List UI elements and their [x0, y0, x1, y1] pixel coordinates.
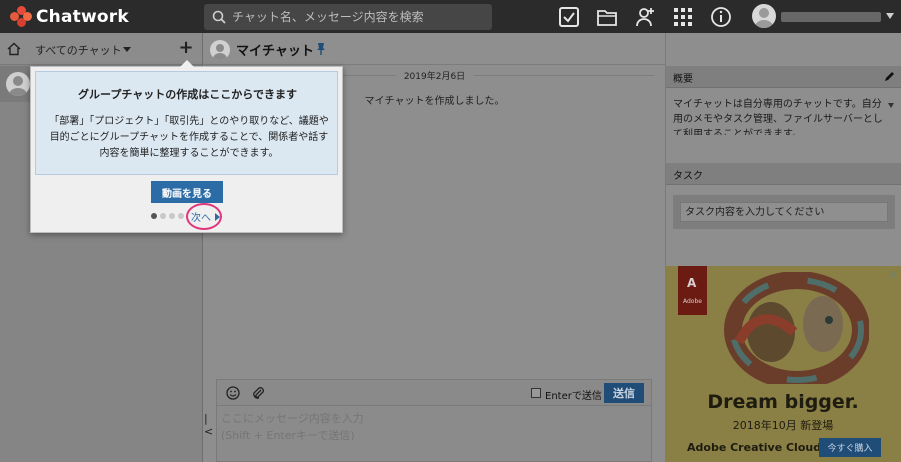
- page-dot[interactable]: [178, 213, 184, 219]
- search-input[interactable]: [232, 10, 482, 24]
- folder-icon[interactable]: [596, 6, 618, 28]
- ad-artwork: [724, 272, 869, 384]
- chat-title: マイチャット: [236, 44, 314, 59]
- page-dot[interactable]: [169, 213, 175, 219]
- enter-to-send-checkbox[interactable]: [531, 388, 541, 398]
- task-input[interactable]: [680, 202, 888, 222]
- add-chat-button[interactable]: +: [176, 39, 196, 59]
- apps-grid-icon[interactable]: [672, 6, 694, 28]
- info-icon[interactable]: [710, 6, 732, 28]
- task-header: タスク: [666, 163, 901, 185]
- ad-headline: Dream bigger.: [707, 391, 859, 413]
- ad-product: Adobe Creative Cloud: [687, 441, 822, 454]
- popover-body: 「部署」「プロジェクト」「取引先」とのやり取りなど、議題や目的ごとにグループチャ…: [49, 116, 329, 159]
- ad-choices-icon[interactable]: ▷: [889, 269, 897, 280]
- popover-content: グループチャットの作成はここからできます 「部署」「プロジェクト」「取引先」との…: [35, 71, 338, 175]
- emoji-icon[interactable]: [226, 386, 240, 400]
- task-input-area: [673, 195, 895, 229]
- avatar: [210, 40, 230, 60]
- composer-toolbar: Enterで送信 送信: [217, 380, 651, 406]
- advertisement-banner[interactable]: A Adobe ▷ Dream bigger. 2018年10月 新登場 Adob…: [665, 266, 901, 462]
- message-composer: Enterで送信 送信: [216, 379, 652, 462]
- add-contact-icon[interactable]: [634, 6, 656, 28]
- attachment-icon[interactable]: [251, 386, 265, 400]
- popover-title: グループチャットの作成はここからできます: [78, 88, 297, 101]
- task-check-icon[interactable]: [558, 6, 580, 28]
- chat-list-toolbar: すべてのチャット +: [0, 33, 202, 65]
- overview-title: 概要: [673, 74, 693, 85]
- edit-icon[interactable]: [884, 71, 895, 82]
- pin-icon[interactable]: [316, 42, 326, 56]
- page-dot[interactable]: [160, 213, 166, 219]
- adobe-logo-text: Adobe: [683, 298, 702, 305]
- chatwork-logo-icon: [8, 6, 32, 28]
- avatar: [6, 72, 30, 96]
- chatwork-logo[interactable]: Chatwork: [8, 6, 129, 28]
- onboarding-popover: グループチャットの作成はここからできます 「部署」「プロジェクト」「取引先」との…: [30, 60, 343, 233]
- user-avatar[interactable]: [752, 4, 776, 28]
- chat-filter-dropdown[interactable]: すべてのチャット: [35, 42, 122, 58]
- adobe-logo: A Adobe: [678, 266, 707, 315]
- ad-subtitle: 2018年10月 新登場: [732, 419, 834, 432]
- home-icon[interactable]: [7, 42, 21, 56]
- user-name[interactable]: [781, 12, 881, 22]
- highlight-circle: [186, 203, 222, 230]
- user-menu-caret-icon[interactable]: [886, 13, 894, 19]
- enter-to-send-label: Enterで送信: [545, 391, 602, 402]
- overview-header: 概要: [666, 66, 901, 88]
- collapse-sidebar-icon[interactable]: |<: [204, 412, 214, 438]
- chat-header: マイチャット: [204, 33, 665, 65]
- send-button[interactable]: 送信: [604, 383, 644, 403]
- search-box[interactable]: [204, 4, 492, 30]
- task-title: タスク: [673, 171, 703, 182]
- search-icon: [212, 10, 226, 24]
- watch-video-button[interactable]: 動画を見る: [151, 181, 223, 203]
- app-name: Chatwork: [36, 7, 129, 27]
- top-header: Chatwork: [0, 0, 901, 33]
- chevron-down-icon[interactable]: [123, 47, 131, 52]
- page-indicator: [151, 213, 184, 219]
- expand-caret-icon[interactable]: [888, 103, 894, 108]
- page-dot[interactable]: [151, 213, 157, 219]
- buy-now-button[interactable]: 今すぐ購入: [819, 438, 881, 457]
- message-input[interactable]: [221, 410, 641, 460]
- overview-text: マイチャットは自分専用のチャットです。自分用のメモやタスク管理、ファイルサーバー…: [673, 99, 883, 135]
- popover-arrow: [180, 60, 194, 67]
